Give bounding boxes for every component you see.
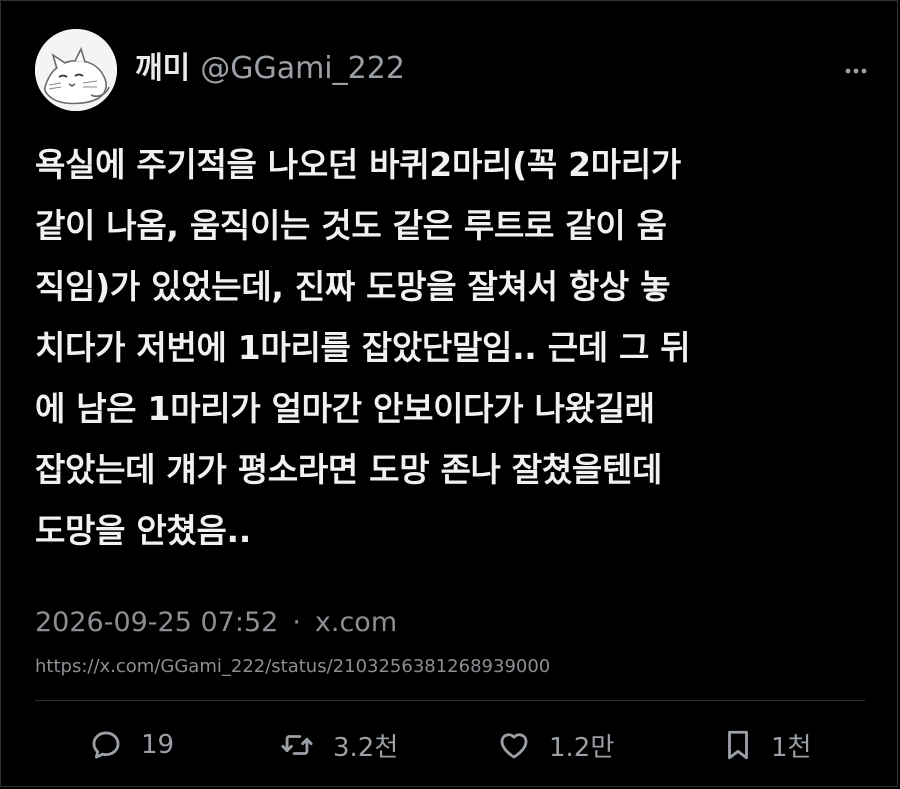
- author-header: 깨미 @GGami_222: [135, 50, 405, 88]
- bookmark-count: 1천: [771, 732, 812, 763]
- status-url[interactable]: https://x.com/GGami_222/status/210325638…: [35, 655, 550, 679]
- more-options-icon: [845, 68, 867, 74]
- reply-icon: [92, 731, 120, 759]
- tweet-card: 깨미 @GGami_222 욕실에 주기적을 나오던 바퀴2마리(꼭 2마리가 같…: [0, 0, 898, 787]
- retweet-button[interactable]: 3.2천: [279, 723, 398, 767]
- user-handle[interactable]: @GGami_222: [200, 51, 405, 86]
- tweet-text: 욕실에 주기적을 나오던 바퀴2마리(꼭 2마리가 같이 나옴, 움직이는 것도…: [35, 145, 691, 550]
- avatar[interactable]: [35, 29, 117, 111]
- meta-separator: ·: [292, 607, 301, 638]
- cat-avatar-icon: [35, 29, 117, 111]
- divider: [35, 700, 865, 701]
- heart-icon: [500, 733, 528, 759]
- reply-button[interactable]: 19: [89, 723, 174, 767]
- reply-count: 19: [141, 730, 175, 760]
- bookmark-button[interactable]: 1천: [723, 723, 811, 767]
- retweet-icon: [281, 735, 313, 755]
- display-name[interactable]: 깨미: [135, 51, 190, 86]
- timestamp[interactable]: 2026-09-25 07:52: [35, 607, 278, 638]
- bookmark-icon: [728, 730, 748, 760]
- action-bar: 19 3.2천 1.2만 1천: [89, 723, 849, 767]
- like-count: 1.2만: [549, 732, 615, 763]
- retweet-count: 3.2천: [333, 732, 399, 763]
- source-link[interactable]: x.com: [315, 607, 397, 638]
- more-options-button[interactable]: [844, 59, 868, 83]
- like-button[interactable]: 1.2만: [497, 723, 614, 767]
- tweet-meta: 2026-09-25 07:52 · x.com: [35, 603, 397, 643]
